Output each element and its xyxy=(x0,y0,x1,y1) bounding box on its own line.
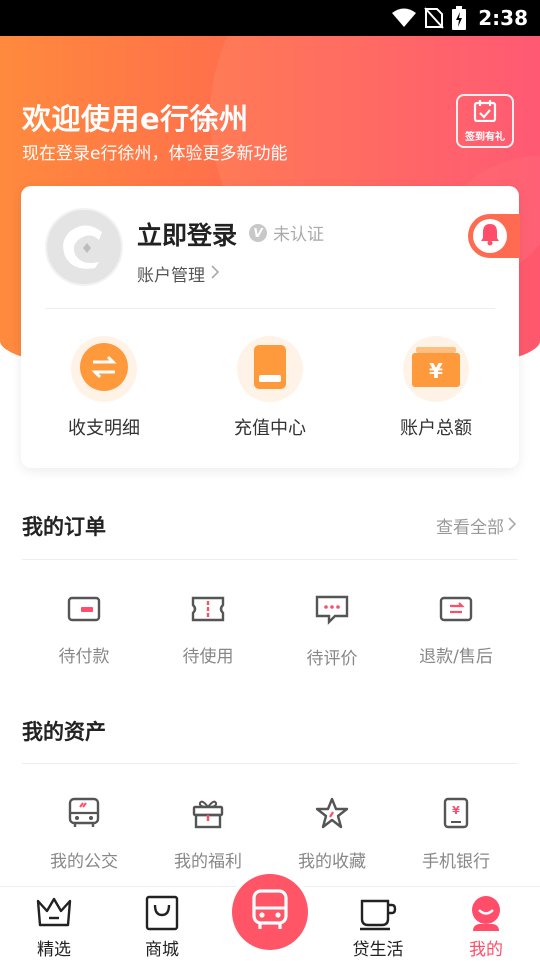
order-to-review[interactable]: 待评价 xyxy=(270,594,394,669)
verify-status: V 未认证 xyxy=(249,220,324,245)
quick-action-icon-bg xyxy=(71,336,137,402)
verified-badge-icon: V xyxy=(249,223,267,242)
status-icons: 2:38 xyxy=(392,4,528,32)
shopping-bag-icon xyxy=(145,893,179,933)
order-label: 待付款 xyxy=(58,647,110,667)
quick-action-label: 充值中心 xyxy=(234,418,306,439)
nav-featured[interactable]: 精选 xyxy=(0,887,108,961)
quick-action-transactions[interactable]: 收支明细 xyxy=(21,336,187,440)
phone-bank-icon: ¥ xyxy=(443,797,469,833)
wifi-icon xyxy=(392,8,417,28)
gift-icon xyxy=(192,797,224,833)
asset-label: 我的福利 xyxy=(174,852,242,872)
order-to-use[interactable]: 待使用 xyxy=(146,594,270,669)
comment-icon xyxy=(315,594,349,630)
nav-loan-life[interactable]: 贷生活 xyxy=(324,887,432,961)
asset-label: 我的收藏 xyxy=(298,852,366,872)
svg-text:¥: ¥ xyxy=(452,804,460,817)
nav-label: 精选 xyxy=(37,940,71,960)
welcome-subtitle: 现在登录e行徐州，体验更多新功能 xyxy=(22,144,288,164)
wallet-card-icon xyxy=(67,594,101,628)
order-label: 待评价 xyxy=(306,649,358,669)
wallet-icon: ¥ xyxy=(411,347,461,391)
account-manage-link[interactable]: 账户管理 xyxy=(137,261,220,286)
quick-action-icon-bg: ¥ xyxy=(403,336,469,402)
login-link[interactable]: 立即登录 xyxy=(137,216,237,252)
refund-icon xyxy=(439,594,473,628)
divider xyxy=(22,763,518,764)
nav-label: 贷生活 xyxy=(352,940,404,960)
welcome-title: 欢迎使用e行徐州 xyxy=(22,102,249,136)
bus-icon xyxy=(250,889,290,935)
verify-status-label: 未认证 xyxy=(273,225,324,245)
bell-icon xyxy=(479,222,501,250)
nav-mall[interactable]: 商城 xyxy=(108,887,216,961)
bus-icon xyxy=(68,797,100,833)
order-label: 待使用 xyxy=(182,647,234,667)
chevron-right-icon xyxy=(508,516,517,536)
view-all-orders-link[interactable]: 查看全部 xyxy=(436,513,517,538)
svg-text:¥: ¥ xyxy=(429,359,443,383)
asset-my-favorites[interactable]: 我的收藏 xyxy=(270,797,394,872)
view-all-label: 查看全部 xyxy=(436,518,504,538)
avatar[interactable] xyxy=(45,208,123,286)
order-refund[interactable]: 退款/售后 xyxy=(394,594,518,669)
quick-action-balance[interactable]: ¥ 账户总额 xyxy=(353,336,519,440)
quick-action-recharge[interactable]: 充值中心 xyxy=(187,336,353,440)
nav-mine[interactable]: 我的 xyxy=(432,887,540,961)
quick-action-label: 收支明细 xyxy=(68,418,140,439)
quick-action-icon-bg xyxy=(237,336,303,402)
bus-center-button[interactable] xyxy=(232,874,308,950)
star-icon xyxy=(315,797,349,833)
order-label: 退款/售后 xyxy=(419,647,493,667)
crown-icon xyxy=(35,893,73,933)
asset-label: 手机银行 xyxy=(422,852,490,872)
notification-button[interactable] xyxy=(468,214,520,258)
ticket-icon xyxy=(191,594,225,628)
coffee-cup-icon xyxy=(358,893,398,933)
orders-title: 我的订单 xyxy=(22,515,106,539)
status-time: 2:38 xyxy=(478,6,528,30)
asset-my-bus[interactable]: 我的公交 xyxy=(22,797,146,872)
transfer-icon xyxy=(79,342,129,396)
asset-label: 我的公交 xyxy=(50,852,118,872)
divider xyxy=(22,559,518,560)
nav-label: 我的 xyxy=(469,940,503,960)
status-bar: 2:38 xyxy=(0,0,540,36)
orders-row: 待付款 待使用 待评价 退款/售后 xyxy=(22,594,518,669)
nav-label: 商城 xyxy=(145,940,179,960)
asset-my-benefits[interactable]: 我的福利 xyxy=(146,797,270,872)
no-sim-icon xyxy=(424,7,444,29)
asset-mobile-bank[interactable]: ¥ 手机银行 xyxy=(394,797,518,872)
account-manage-label: 账户管理 xyxy=(137,266,205,286)
quick-action-label: 账户总额 xyxy=(400,418,472,439)
checkin-button[interactable]: 签到有礼 xyxy=(456,94,514,148)
quick-actions: 收支明细 充值中心 ¥ 账户总额 xyxy=(21,336,519,440)
calendar-check-icon xyxy=(473,99,497,126)
card-icon xyxy=(252,343,288,395)
assets-row: 我的公交 我的福利 我的收藏 ¥ 手机银行 xyxy=(22,797,518,872)
divider xyxy=(45,308,495,309)
checkin-label: 签到有礼 xyxy=(465,131,505,143)
battery-icon xyxy=(452,6,467,30)
default-avatar-logo-icon xyxy=(47,210,121,284)
account-card: 立即登录 V 未认证 账户管理 收支明细 充值中心 ¥ 账户总额 xyxy=(21,186,519,468)
assets-title: 我的资产 xyxy=(22,720,106,744)
order-pending-payment[interactable]: 待付款 xyxy=(22,594,146,669)
bell-icon-bg xyxy=(473,219,507,253)
profile-icon xyxy=(469,893,503,933)
chevron-right-icon xyxy=(211,264,220,284)
